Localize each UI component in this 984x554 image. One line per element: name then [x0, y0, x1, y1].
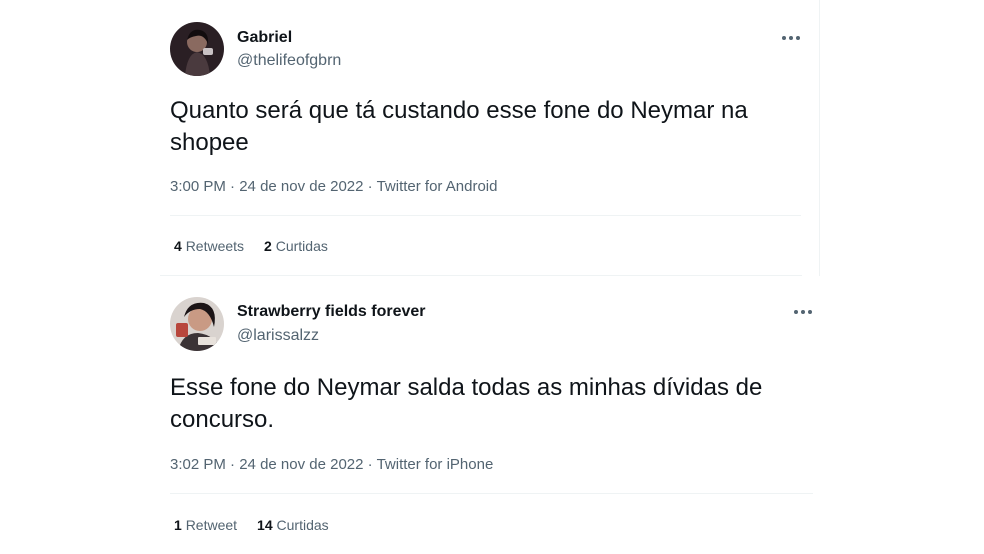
- retweets-count: 1: [174, 517, 182, 533]
- author-handle[interactable]: @larissalzz: [237, 327, 319, 345]
- tweet-thread: Gabriel @thelifeofgbrn Quanto será que t…: [0, 0, 984, 554]
- tweet-time[interactable]: 3:02 PM: [170, 456, 226, 473]
- retweets-stat[interactable]: 1 Retweet: [174, 517, 237, 533]
- author-name[interactable]: Strawberry fields forever: [237, 303, 426, 321]
- tweet-meta: 3:02 PM · 24 de nov de 2022 · Twitter fo…: [170, 456, 493, 473]
- divider: [170, 493, 813, 494]
- more-options-button[interactable]: [790, 302, 816, 322]
- likes-stat[interactable]: 14 Curtidas: [257, 517, 329, 533]
- meta-separator: ·: [230, 456, 236, 473]
- retweets-label: Retweet: [185, 517, 238, 533]
- avatar[interactable]: [170, 297, 224, 351]
- tweet-source[interactable]: Twitter for iPhone: [377, 456, 494, 473]
- likes-count: 14: [257, 517, 273, 533]
- avatar-image-strawberry: [170, 297, 224, 351]
- tweet-date[interactable]: 24 de nov de 2022: [239, 456, 363, 473]
- tweet-2-content: Strawberry fields forever @larissalzz Es…: [160, 0, 820, 554]
- tweet-stats: 1 Retweet 14 Curtidas: [174, 517, 329, 533]
- likes-label: Curtidas: [276, 517, 329, 533]
- more-horizontal-icon: [794, 310, 812, 314]
- meta-separator: ·: [367, 456, 373, 473]
- tweet-text: Esse fone do Neymar salda todas as minha…: [170, 374, 763, 433]
